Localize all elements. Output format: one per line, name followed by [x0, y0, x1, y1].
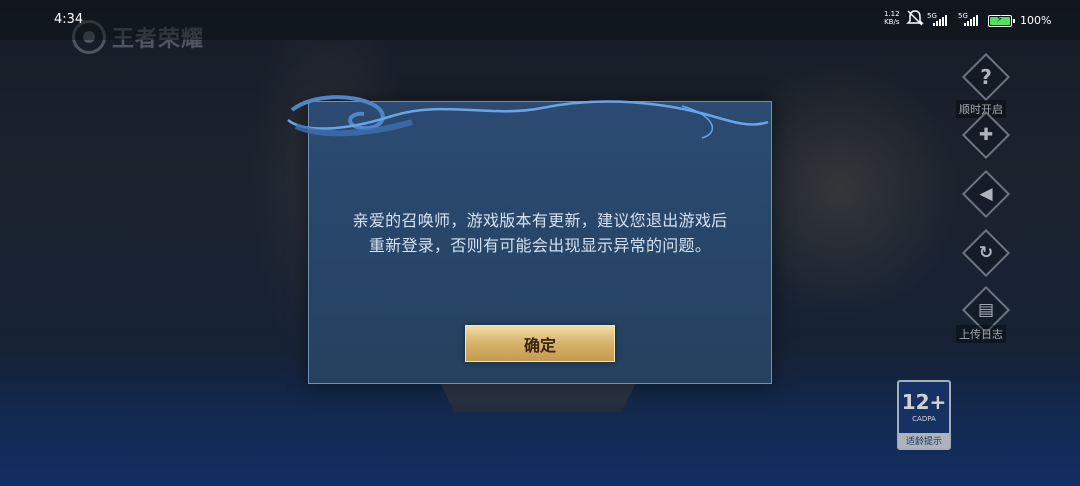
network-speed-unit: KB/s: [884, 18, 900, 26]
battery-percent: 100%: [1020, 14, 1052, 27]
network-speed-value: 1.12: [884, 10, 900, 18]
dialog-message: 亲爱的召唤师，游戏版本有更新，建议您退出游戏后 重新登录，否则有可能会出现显示异…: [309, 208, 771, 258]
dialog-swirl-ornament: [287, 95, 769, 139]
clock: 4:34: [54, 12, 84, 27]
notifications-muted-icon: [906, 10, 924, 26]
battery-icon: ⚡: [988, 14, 1015, 27]
dialog-message-line2: 重新登录，否则有可能会出现显示异常的问题。: [368, 236, 712, 255]
dialog-message-line1: 亲爱的召唤师，游戏版本有更新，建议您退出游戏后: [352, 211, 728, 230]
confirm-button[interactable]: 确定: [465, 325, 615, 362]
network-speed: 1.12 KB/s: [884, 10, 900, 26]
sim2-signal-icon: [964, 15, 978, 26]
charging-bolt-icon: ⚡: [996, 14, 1004, 25]
sim1-signal-icon: [933, 15, 947, 26]
status-bar: 4:34 1.12 KB/s 5G 5G ⚡ 100%: [0, 0, 1080, 40]
